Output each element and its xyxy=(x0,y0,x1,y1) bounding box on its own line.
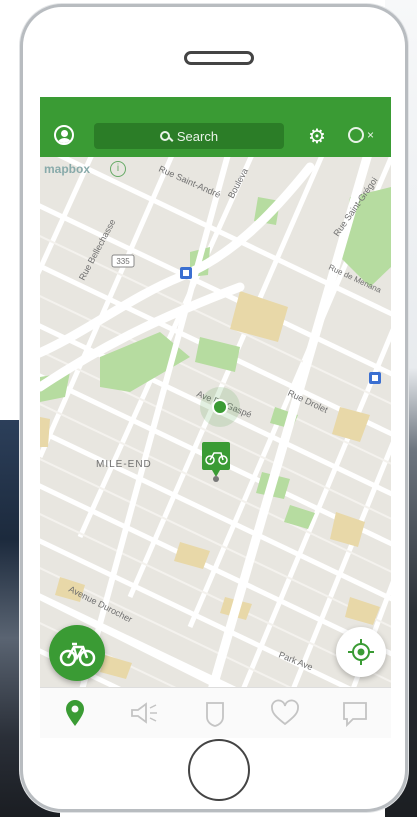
info-icon[interactable]: i xyxy=(110,161,126,177)
tab-favorites[interactable] xyxy=(250,688,320,738)
tab-badges[interactable] xyxy=(180,688,250,738)
map-canvas[interactable]: 335 Rue Saint-André Bouleva Rue Saint-Gr… xyxy=(40,135,391,738)
user-location-dot xyxy=(200,387,240,427)
chat-bubble-icon xyxy=(343,702,367,728)
map-pin-icon xyxy=(66,700,84,726)
map-view[interactable]: 335 Rue Saint-André Bouleva Rue Saint-Gr… xyxy=(40,135,391,738)
app-screen: 335 Rue Saint-André Bouleva Rue Saint-Gr… xyxy=(40,97,391,738)
search-placeholder: Search xyxy=(176,128,219,144)
metro-station[interactable] xyxy=(180,267,192,279)
phone-speaker xyxy=(184,51,254,65)
bike-button[interactable] xyxy=(49,625,105,681)
app-header: Search ⚙ × xyxy=(40,97,391,157)
route-shield: 335 xyxy=(111,254,135,268)
crosshair-icon xyxy=(348,639,374,665)
mapbox-logo: mapbox xyxy=(44,162,91,176)
tab-news[interactable] xyxy=(110,688,180,738)
toggle-switch[interactable]: × xyxy=(348,127,382,145)
metro-station[interactable] xyxy=(369,372,381,384)
shield-icon xyxy=(206,702,224,727)
home-button[interactable] xyxy=(188,739,250,801)
megaphone-icon xyxy=(131,702,157,724)
close-icon: × xyxy=(367,128,375,142)
search-bar[interactable]: Search xyxy=(94,123,284,149)
tab-bar xyxy=(40,687,391,738)
heart-icon xyxy=(271,699,299,726)
toggle-knob-icon xyxy=(348,127,364,143)
profile-icon[interactable] xyxy=(54,125,74,145)
route-335-label: 335 xyxy=(116,257,130,266)
bicycle-icon xyxy=(59,642,96,667)
tab-messages[interactable] xyxy=(320,688,390,738)
phone-frame: 335 Rue Saint-André Bouleva Rue Saint-Gr… xyxy=(20,4,408,812)
gear-icon[interactable]: ⚙ xyxy=(307,127,327,147)
locate-me-button[interactable] xyxy=(336,627,386,677)
label-mile-end: MILE-END xyxy=(96,459,152,470)
search-icon xyxy=(159,131,170,141)
tab-map[interactable] xyxy=(40,688,110,738)
